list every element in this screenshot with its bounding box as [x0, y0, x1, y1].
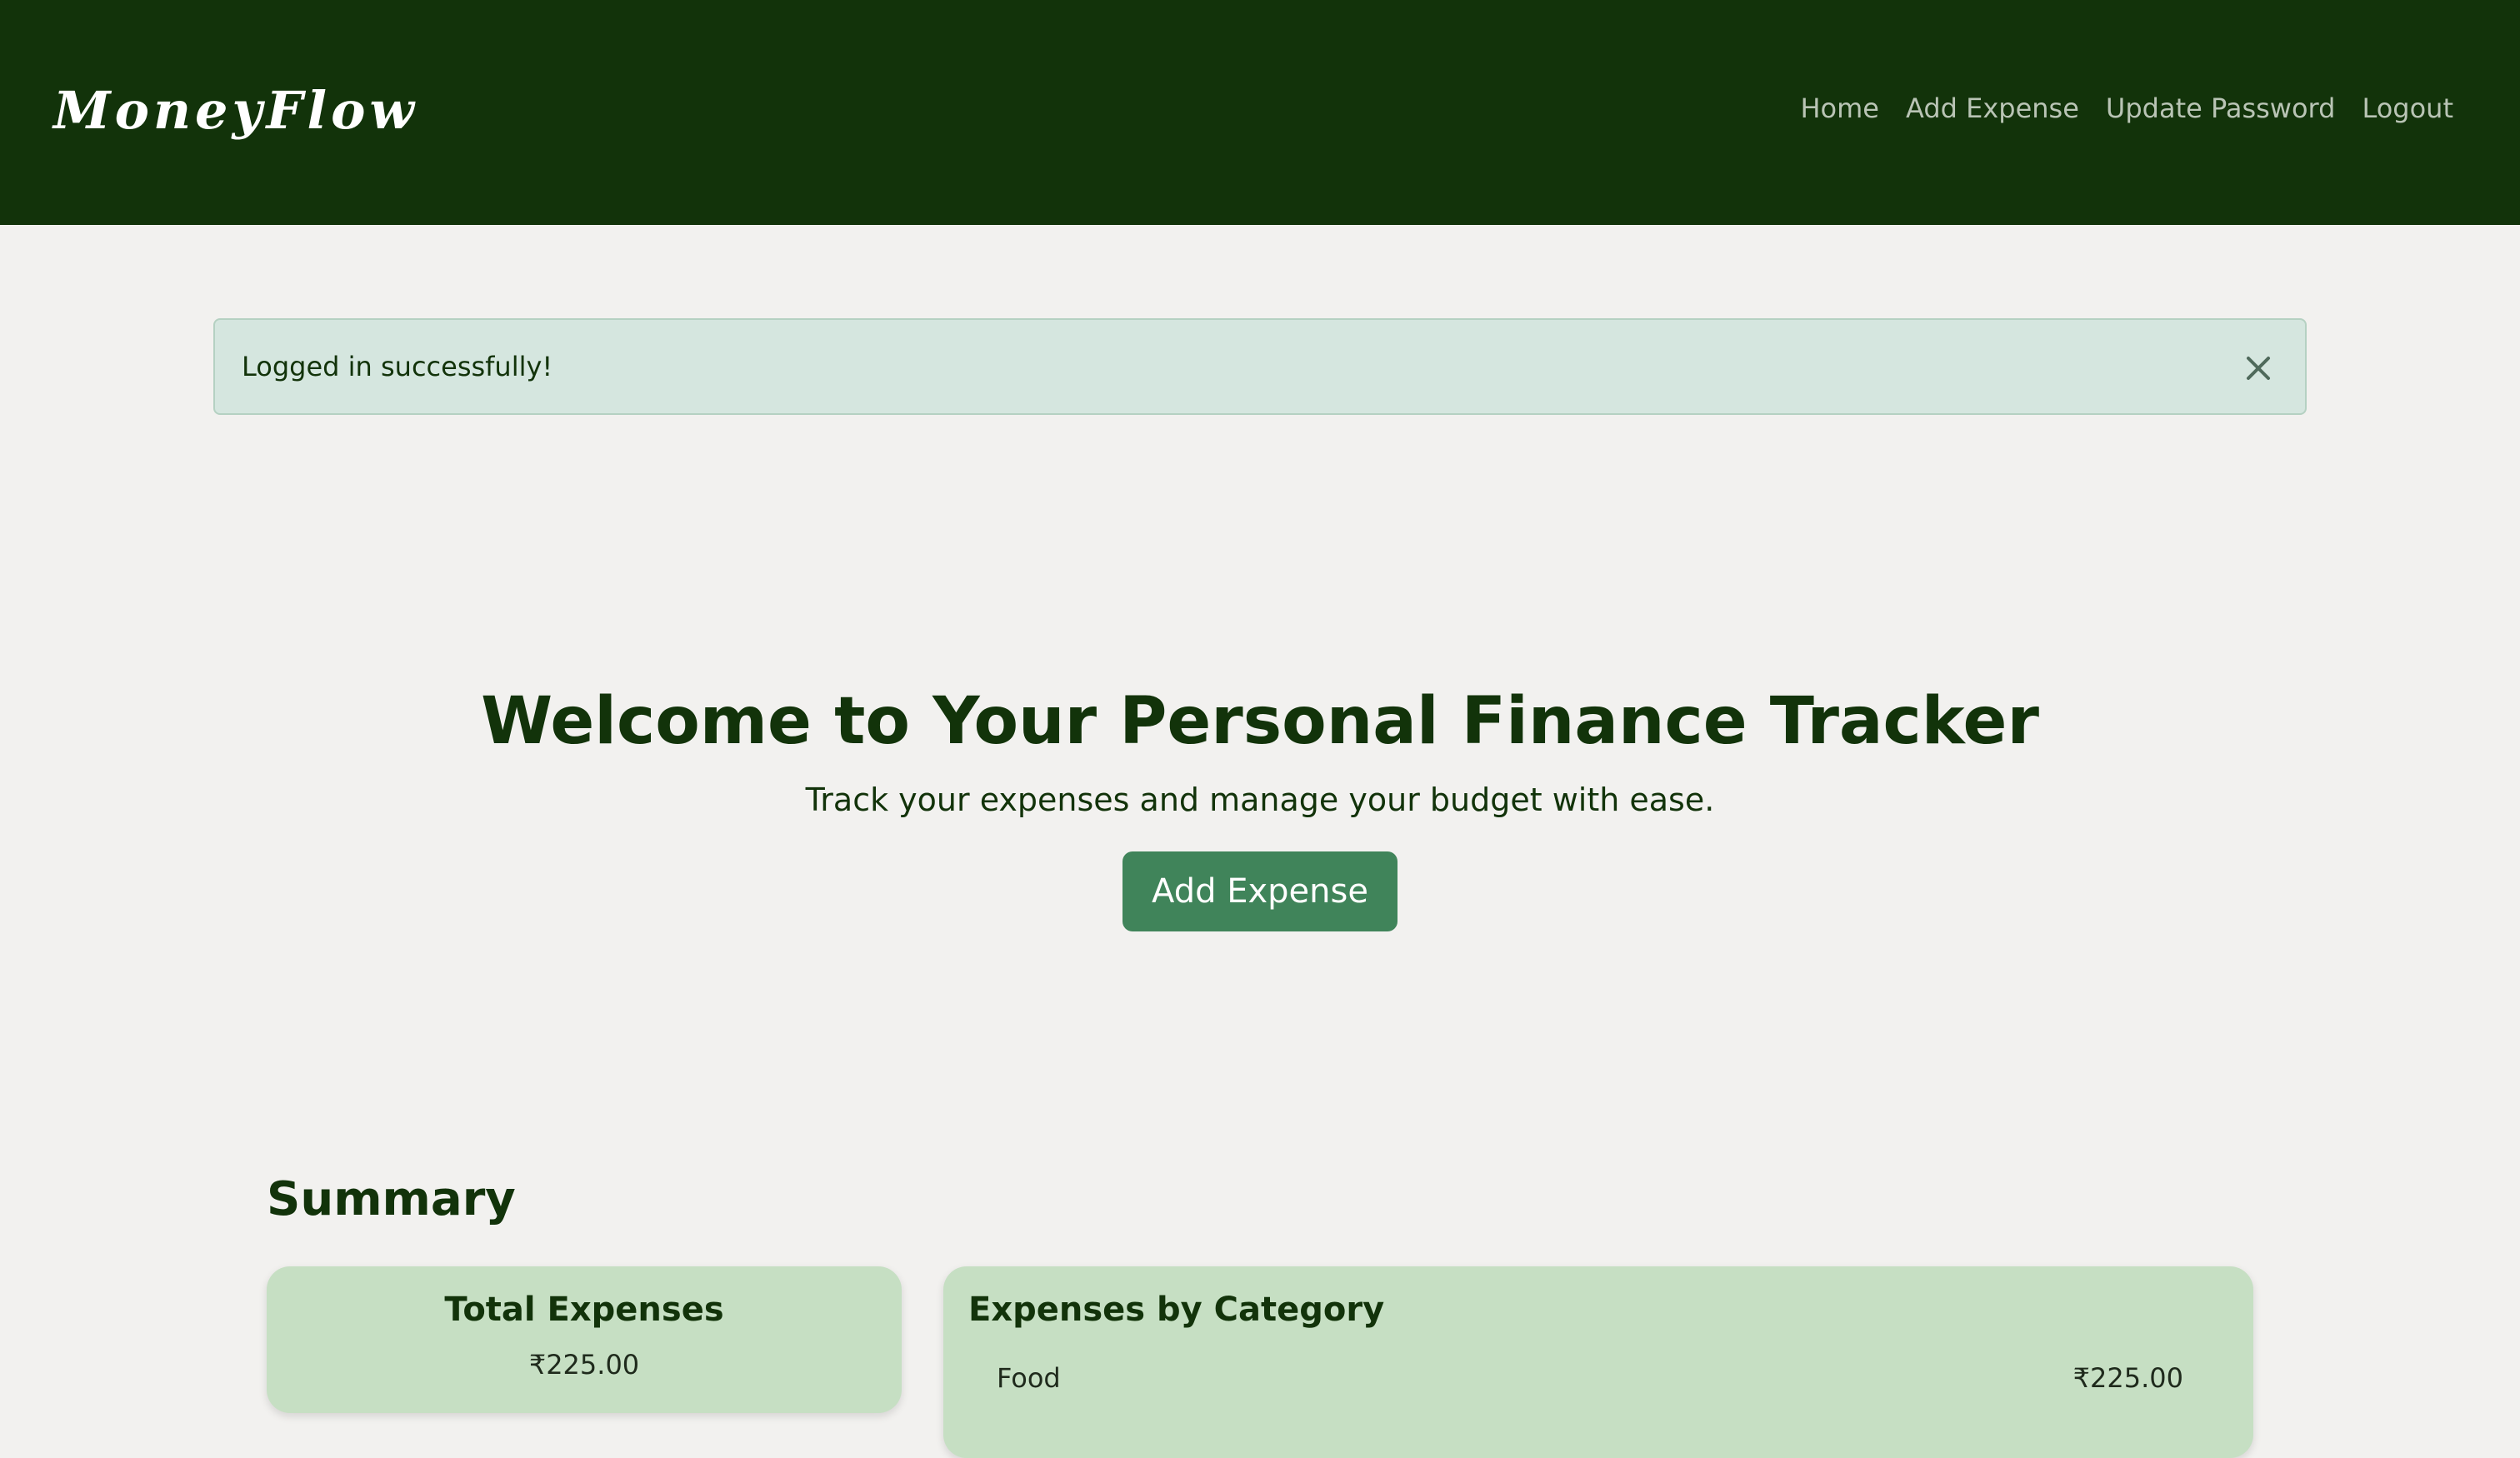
nav-links: Home Add Expense Update Password Logout — [1800, 87, 2453, 130]
nav-link-add-expense[interactable]: Add Expense — [1906, 87, 2079, 130]
navbar: MoneyFlow Home Add Expense Update Passwo… — [0, 0, 2520, 225]
close-icon[interactable] — [2235, 345, 2282, 392]
summary-title: Summary — [267, 1172, 516, 1226]
total-expenses-value: ₹225.00 — [528, 1349, 640, 1381]
alert-message: Logged in successfully! — [242, 351, 553, 382]
hero-subtitle: Track your expenses and manage your budg… — [805, 781, 1715, 818]
add-expense-button[interactable]: Add Expense — [1122, 851, 1398, 931]
total-expenses-title: Total Expenses — [444, 1291, 724, 1329]
nav-link-logout[interactable]: Logout — [2362, 87, 2453, 130]
expenses-by-category-title: Expenses by Category — [968, 1291, 1385, 1329]
hero-title: Welcome to Your Personal Finance Tracker — [481, 684, 2039, 759]
nav-link-home[interactable]: Home — [1800, 87, 1879, 130]
brand-logo[interactable]: MoneyFlow — [53, 73, 418, 148]
category-row: Food ₹225.00 — [997, 1355, 2183, 1401]
success-alert: Logged in successfully! — [213, 318, 2307, 415]
category-amount: ₹225.00 — [2072, 1362, 2183, 1394]
expenses-by-category-card: Expenses by Category Food ₹225.00 — [943, 1266, 2253, 1458]
total-expenses-card: Total Expenses ₹225.00 — [267, 1266, 902, 1413]
category-name: Food — [997, 1362, 1061, 1394]
nav-link-update-password[interactable]: Update Password — [2106, 87, 2336, 130]
